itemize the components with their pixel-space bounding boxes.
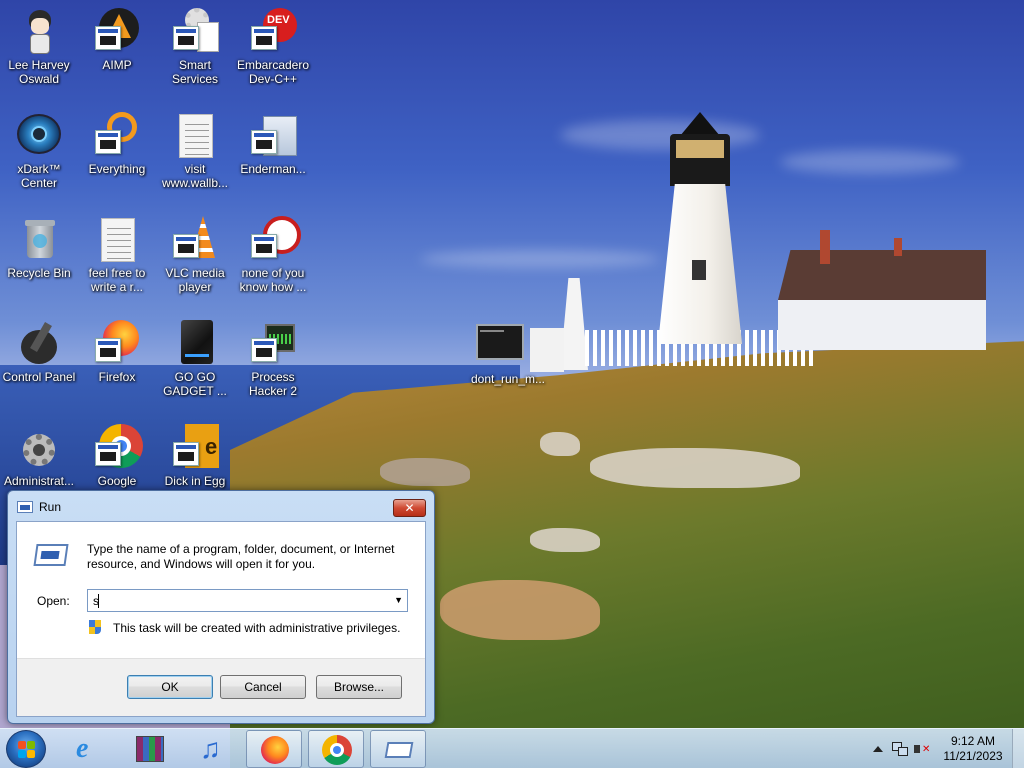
- run-title: Run: [39, 500, 62, 514]
- chrome-icon: [322, 735, 352, 765]
- windows-logo-icon: [18, 741, 36, 759]
- devcpp-icon: DEV: [249, 8, 297, 56]
- text-caret: [98, 594, 99, 608]
- desktop-icon-firefox[interactable]: Firefox: [79, 320, 155, 384]
- run-button-bar: OK Cancel Browse...: [17, 658, 425, 716]
- aimp-icon: [93, 8, 141, 56]
- red-circle-app-icon: [249, 216, 301, 264]
- dick-in-egg-icon: e: [171, 424, 219, 472]
- run-titlebar[interactable]: Run ✕: [8, 491, 434, 521]
- desktop-icon-xdark-center[interactable]: xDark™ Center: [1, 112, 77, 190]
- run-client-area: Type the name of a program, folder, docu…: [16, 521, 426, 717]
- text-document-icon: [171, 112, 219, 160]
- itunes-icon: ♫: [200, 733, 221, 764]
- volume-muted-icon[interactable]: ✕: [914, 742, 930, 756]
- desktop-icon-dont-run-me[interactable]: dont_run_m...: [468, 322, 548, 386]
- admin-tools-icon: [15, 424, 63, 472]
- xdark-orb-icon: [15, 112, 63, 160]
- desktop-icon-lee-harvey-oswald[interactable]: Lee Harvey Oswald: [1, 8, 77, 86]
- show-desktop-button[interactable]: [1012, 729, 1024, 768]
- taskbar-firefox[interactable]: [246, 730, 302, 768]
- cancel-button[interactable]: Cancel: [220, 675, 306, 699]
- firefox-icon: [93, 320, 141, 368]
- start-button[interactable]: [6, 730, 46, 768]
- terminal-window-icon: [476, 322, 532, 370]
- text-document-icon: [93, 216, 141, 264]
- taskbar-winrar[interactable]: [122, 730, 178, 768]
- desktop-icon-process-hacker-2[interactable]: Process Hacker 2: [235, 320, 311, 398]
- network-icon[interactable]: [892, 742, 908, 756]
- vlc-cone-icon: [171, 216, 219, 264]
- desktop-icon-everything[interactable]: Everything: [79, 112, 155, 176]
- process-hacker-icon: [249, 320, 297, 368]
- taskbar-internet-explorer[interactable]: e: [62, 730, 118, 768]
- browse-button[interactable]: Browse...: [316, 675, 402, 699]
- desktop-icon-aimp[interactable]: AIMP: [79, 8, 155, 72]
- desktop-icon-smart-services[interactable]: Smart Services: [157, 8, 233, 86]
- run-icon: [17, 501, 33, 513]
- desktop-icon-google[interactable]: Google: [79, 424, 155, 488]
- desktop-icon-recycle-bin[interactable]: Recycle Bin: [1, 216, 77, 280]
- system-clock[interactable]: 9:12 AM 11/21/2023: [940, 734, 1006, 764]
- uac-shield-icon: [89, 620, 101, 634]
- show-hidden-icons-icon[interactable]: [870, 742, 886, 756]
- open-combobox[interactable]: s ▼: [87, 589, 408, 612]
- desktop-icon-go-go-gadget[interactable]: GO GO GADGET ...: [157, 320, 233, 398]
- close-button[interactable]: ✕: [393, 499, 426, 517]
- firefox-icon: [261, 736, 289, 764]
- gadget-device-icon: [171, 320, 219, 368]
- desktop-icon-control-panel[interactable]: Control Panel: [1, 320, 77, 384]
- run-program-icon: [33, 544, 69, 566]
- desktop-icon-embarcadero-devcpp[interactable]: DEV Embarcadero Dev-C++: [235, 8, 311, 86]
- application-window-icon: [249, 112, 297, 160]
- desktop-icon-feel-free-to-write[interactable]: feel free to write a r...: [79, 216, 155, 294]
- admin-privileges-note: This task will be created with administr…: [113, 621, 401, 635]
- recycle-bin-icon: [15, 216, 63, 264]
- desktop-icon-visit-wallb[interactable]: visit www.wallb...: [157, 112, 233, 190]
- winrar-icon: [136, 736, 164, 762]
- desktop-icon-enderman[interactable]: Enderman...: [235, 112, 311, 176]
- anime-character-icon: [15, 8, 63, 56]
- run-description: Type the name of a program, folder, docu…: [87, 542, 395, 571]
- taskbar-itunes[interactable]: ♫: [184, 730, 240, 768]
- run-dialog[interactable]: Run ✕ Type the name of a program, folder…: [7, 490, 435, 724]
- ok-button[interactable]: OK: [127, 675, 213, 699]
- desktop-icon-dick-in-egg[interactable]: e Dick in Egg: [157, 424, 233, 488]
- run-dialog-icon: [384, 742, 414, 758]
- taskbar: e ♫ ✕ 9:12 AM 11/21/2023: [0, 728, 1024, 768]
- open-label: Open:: [37, 594, 70, 608]
- clock-date: 11/21/2023: [943, 749, 1003, 763]
- chrome-icon: [93, 424, 143, 472]
- gear-services-icon: [171, 8, 219, 56]
- dropdown-arrow-icon[interactable]: ▼: [394, 595, 403, 605]
- desktop-icon-administrative-tools[interactable]: Administrat...: [1, 424, 77, 488]
- everything-search-icon: [93, 112, 141, 160]
- taskbar-run[interactable]: [370, 730, 426, 768]
- taskbar-chrome[interactable]: [308, 730, 364, 768]
- desktop-icon-vlc[interactable]: VLC media player: [157, 216, 233, 294]
- control-panel-icon: [15, 320, 63, 368]
- clock-time: 9:12 AM: [950, 734, 996, 748]
- desktop-icon-none-of-you-know[interactable]: none of you know how ...: [235, 216, 311, 294]
- internet-explorer-icon: e: [76, 733, 89, 764]
